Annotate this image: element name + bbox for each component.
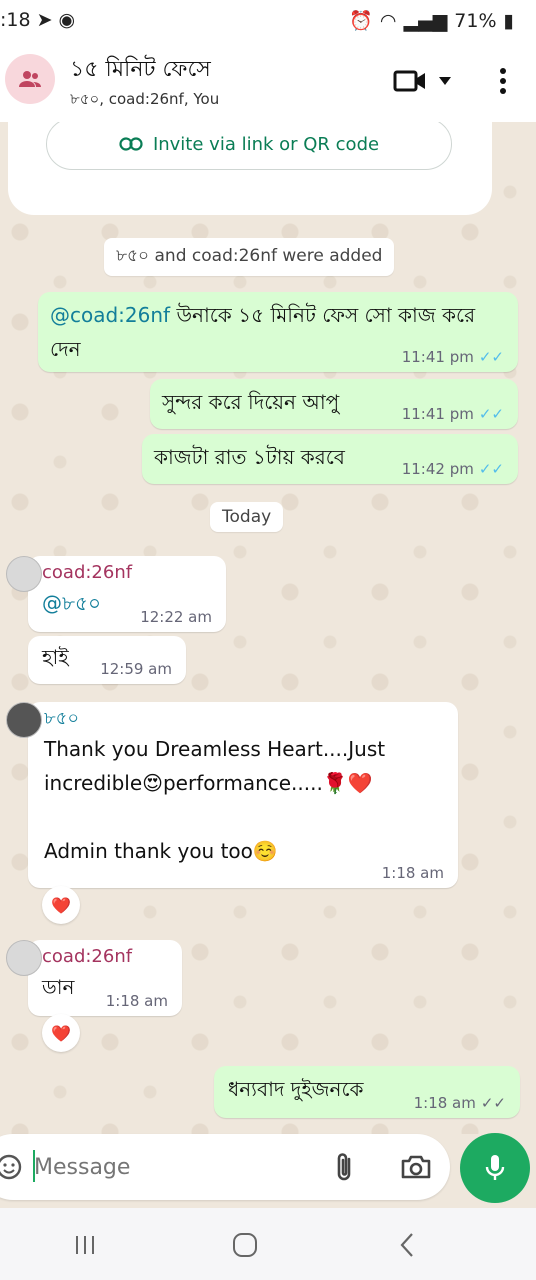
message-line: Thank you Dreamless Heart....Just: [44, 737, 386, 761]
reaction-badge[interactable]: ❤️: [42, 886, 80, 924]
message-bubble[interactable]: ধন্যবাদ দুইজনকে 1:18 am ✓✓: [214, 1066, 520, 1118]
sender-name[interactable]: ৮৫০: [44, 706, 442, 732]
system-message-added: ৮৫০ and coad:26nf were added: [104, 238, 395, 276]
delivered-ticks-icon: ✓✓: [480, 1094, 506, 1112]
message-line: incredible😍performance.....🌹❤️: [44, 771, 373, 795]
message-line: Admin thank you too☺️: [44, 839, 278, 863]
status-time: :18: [0, 9, 31, 31]
emoji-button[interactable]: [0, 1152, 24, 1182]
message-time: 11:41 pm: [401, 405, 474, 423]
message-bubble[interactable]: ৮৫০ Thank you Dreamless Heart....Just in…: [6, 702, 458, 888]
message-bubble[interactable]: coad:26nf @৮৫০ 12:22 am: [6, 556, 226, 632]
message-bubble[interactable]: হাই 12:59 am: [28, 636, 186, 684]
home-button[interactable]: [230, 1230, 260, 1260]
group-icon: [19, 71, 41, 87]
camera-icon: [401, 1155, 431, 1179]
message-text: কাজটা রাত ১টায় করবে: [154, 445, 345, 469]
sender-name[interactable]: coad:26nf: [42, 560, 212, 586]
message-text: সুন্দর করে দিয়েন আপু: [162, 390, 340, 414]
participant-avatar[interactable]: [6, 702, 42, 738]
message-bubble[interactable]: সুন্দর করে দিয়েন আপু 11:41 pm ✓✓: [150, 379, 518, 429]
home-icon: [233, 1233, 257, 1257]
attach-button[interactable]: [330, 1150, 360, 1184]
status-bar: :18 ➤ ◉ ⏰ ◠ ▂▄▆ 71% ▮: [0, 0, 536, 42]
video-camera-icon: [393, 70, 425, 92]
voice-message-button[interactable]: [460, 1133, 530, 1203]
read-ticks-icon: ✓✓: [478, 460, 504, 478]
group-avatar[interactable]: [5, 54, 55, 104]
recent-apps-button[interactable]: [70, 1230, 100, 1260]
composer-bar: [0, 1133, 536, 1208]
message-text: ধন্যবাদ দুইজনকে: [228, 1077, 364, 1101]
back-chevron-icon: [400, 1233, 413, 1257]
reaction-badge[interactable]: ❤️: [42, 1014, 80, 1052]
mention-link[interactable]: @coad:26nf: [50, 303, 170, 327]
read-ticks-icon: ✓✓: [478, 348, 504, 366]
paperclip-icon: [337, 1153, 351, 1181]
battery-icon: ▮: [503, 9, 514, 32]
message-bubble[interactable]: @coad:26nf উনাকে ১৫ মিনিট ফেস সো কাজ করে…: [38, 292, 518, 372]
message-time: 1:18 am: [413, 1094, 476, 1112]
sender-name[interactable]: coad:26nf: [42, 944, 168, 970]
camera-button[interactable]: [398, 1152, 434, 1182]
system-navigation-bar: [0, 1208, 536, 1280]
message-time: 1:18 am: [381, 864, 444, 882]
participant-avatar[interactable]: [6, 940, 42, 976]
participant-avatar[interactable]: [6, 556, 42, 592]
group-info-card: Invite via link or QR code: [8, 122, 492, 215]
message-bubble[interactable]: কাজটা রাত ১টায় করবে 11:42 pm ✓✓: [142, 434, 518, 484]
caret-down-icon: [439, 77, 451, 85]
message-time: 12:22 am: [140, 608, 212, 626]
date-divider: Today: [210, 502, 284, 532]
recent-apps-icon: [76, 1236, 94, 1254]
message-bubble[interactable]: coad:26nf ডান 1:18 am: [6, 940, 182, 1016]
invite-link-button[interactable]: Invite via link or QR code: [46, 122, 452, 170]
chat-participants[interactable]: ৮৫০, coad:26nf, You: [70, 88, 219, 113]
emoji-icon: [0, 1154, 22, 1180]
microphone-icon: [485, 1155, 505, 1180]
read-ticks-icon: ✓✓: [478, 405, 504, 423]
chat-messages[interactable]: Invite via link or QR code ৮৫০ and coad:…: [0, 122, 536, 1134]
signal-icon: ▂▄▆: [403, 9, 448, 32]
wifi-icon: ◠: [379, 9, 397, 32]
battery-level: 71%: [454, 9, 497, 32]
message-time: 11:41 pm: [401, 348, 474, 366]
message-text: হাই: [42, 645, 69, 669]
message-time: 11:42 pm: [401, 460, 474, 478]
telegram-icon: ➤: [36, 9, 53, 31]
message-input[interactable]: [34, 1148, 274, 1186]
alarm-icon: ⏰: [349, 10, 373, 32]
message-time: 12:59 am: [100, 660, 172, 678]
message-time: 1:18 am: [105, 992, 168, 1010]
more-options-button[interactable]: [490, 64, 516, 98]
video-call-button[interactable]: [392, 66, 428, 96]
back-button[interactable]: [392, 1230, 422, 1260]
chat-title[interactable]: ১৫ মিনিট ফেসে: [70, 52, 211, 89]
call-dropdown-button[interactable]: [434, 70, 456, 92]
message-input-container: [0, 1134, 450, 1200]
kebab-menu-icon: [500, 68, 506, 94]
link-icon: [119, 137, 143, 151]
chat-header: ১৫ মিনিট ফেসে ৮৫০, coad:26nf, You: [0, 42, 536, 122]
messenger-icon: ◉: [58, 9, 76, 31]
invite-link-label: Invite via link or QR code: [152, 133, 380, 155]
